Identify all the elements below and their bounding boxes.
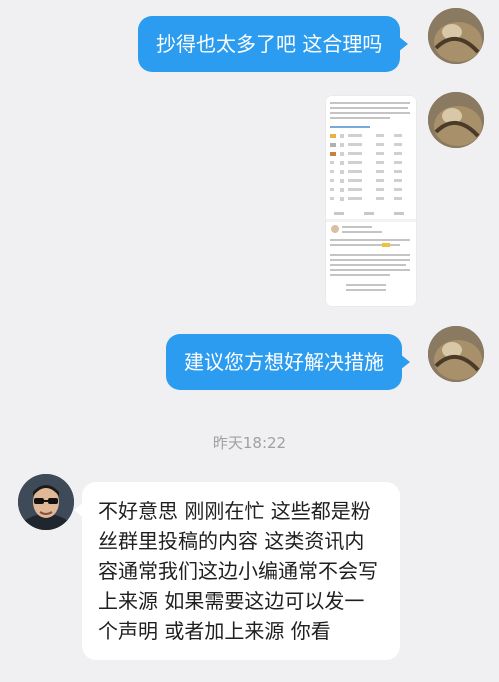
- contact-avatar-image: [18, 474, 74, 530]
- message-text: 抄得也太多了吧 这合理吗: [156, 32, 383, 56]
- screenshot-thumbnail-image: [326, 96, 416, 306]
- user-avatar-image: [428, 326, 484, 382]
- message-bubble-incoming[interactable]: 不好意思 刚刚在忙 这些都是粉丝群里投稿的内容 这类资讯内容通常我们这边小编通常…: [74, 482, 400, 660]
- user-avatar-image: [428, 92, 484, 148]
- contact-avatar[interactable]: [18, 474, 74, 530]
- user-avatar-image: [428, 8, 484, 64]
- message-bubble-outgoing[interactable]: 抄得也太多了吧 这合理吗: [138, 16, 409, 72]
- user-avatar[interactable]: [428, 8, 484, 64]
- message-bubble-outgoing[interactable]: 建议您方想好解决措施: [166, 334, 410, 390]
- user-avatar[interactable]: [428, 326, 484, 382]
- message-text: 不好意思 刚刚在忙 这些都是粉丝群里投稿的内容 这类资讯内容通常我们这边小编通常…: [98, 499, 378, 643]
- message-image-screenshot[interactable]: [326, 96, 416, 306]
- message-text: 建议您方想好解决措施: [184, 350, 384, 374]
- message-timestamp: 昨天18:22: [212, 434, 287, 452]
- user-avatar[interactable]: [428, 92, 484, 148]
